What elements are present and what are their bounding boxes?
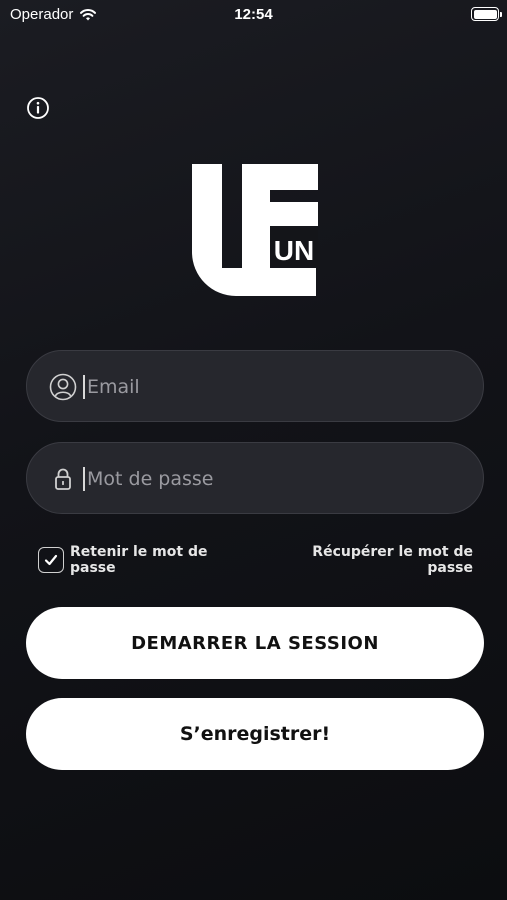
app-logo: UN — [192, 164, 318, 296]
info-button[interactable] — [26, 96, 50, 120]
logo-text: UN — [274, 235, 314, 266]
text-cursor — [83, 467, 85, 491]
checkmark-icon — [44, 554, 58, 566]
status-time: 12:54 — [234, 6, 273, 23]
start-session-button[interactable]: DEMARRER LA SESSION — [26, 607, 484, 679]
recover-password-link[interactable]: Récupérer le mot de passe — [303, 544, 473, 576]
lock-icon — [55, 468, 71, 490]
battery-icon — [471, 7, 502, 21]
remember-checkbox[interactable] — [38, 547, 64, 573]
text-cursor — [83, 375, 85, 399]
remember-me[interactable]: Retenir le mot de passe — [38, 544, 210, 576]
remember-label: Retenir le mot de passe — [70, 544, 208, 576]
register-button[interactable]: S’enregistrer! — [26, 698, 484, 770]
email-field[interactable] — [26, 350, 484, 422]
email-input[interactable] — [87, 367, 467, 407]
password-field[interactable] — [26, 442, 484, 514]
info-icon — [27, 97, 49, 119]
status-bar: Operador 12:54 — [0, 0, 507, 28]
user-icon — [49, 373, 77, 401]
password-input[interactable] — [87, 459, 467, 499]
